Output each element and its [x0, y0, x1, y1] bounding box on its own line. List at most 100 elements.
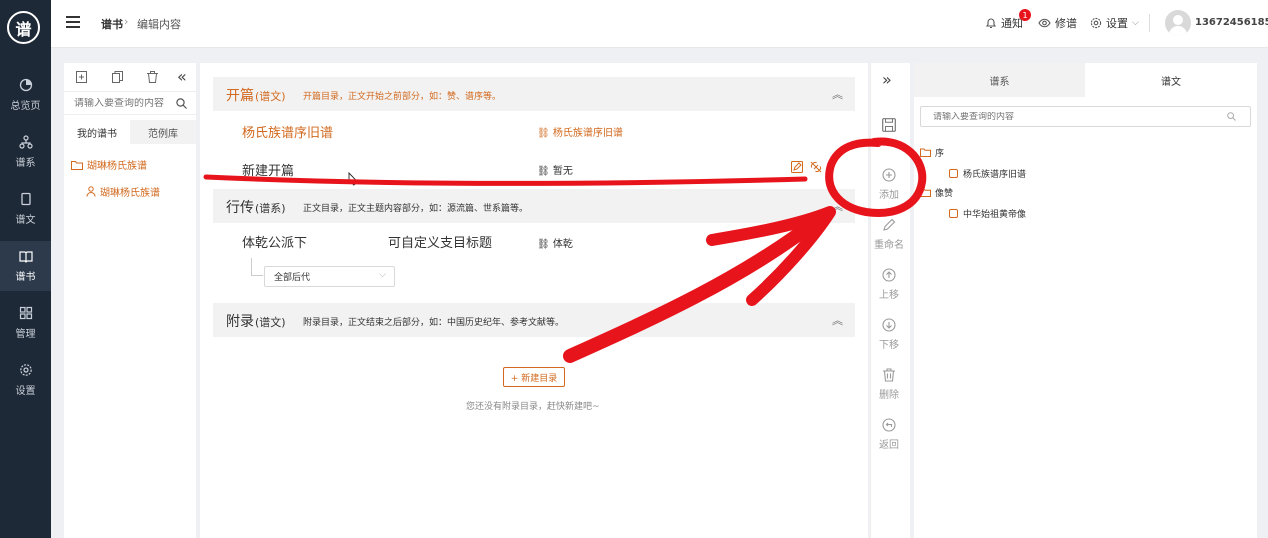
- nav-text-label: 谱文: [15, 215, 36, 226]
- menu-toggle-icon[interactable]: [66, 16, 80, 28]
- biography-item-1-link[interactable]: ⛓ 体乾: [537, 235, 573, 250]
- tab-lineage[interactable]: 谱系: [914, 63, 1085, 97]
- expand-right-icon[interactable]: »: [882, 70, 892, 89]
- folder-icon: [71, 160, 83, 170]
- plus-circle-icon: [882, 168, 896, 182]
- save-icon[interactable]: [882, 118, 896, 132]
- nav-text[interactable]: 谱文: [0, 184, 51, 234]
- search-box: [64, 91, 196, 115]
- section-appendix-desc: 附录目录，正文结束之后部分，如：中国历史纪年、参考文献等。: [303, 318, 565, 328]
- nav-overview[interactable]: 总览页: [0, 70, 51, 120]
- folder-preface-label: 序: [935, 149, 945, 159]
- notify-badge: 1: [1019, 9, 1031, 21]
- tree-node-child[interactable]: 瑚琳杨氏族谱: [86, 184, 160, 199]
- right-search-box: [920, 106, 1251, 127]
- document-check-icon: [949, 169, 958, 178]
- edit-icon[interactable]: [791, 161, 803, 173]
- section-biography-desc: 正文目录，正文主题内容部分，如：源流篇、世系篇等。: [303, 204, 529, 214]
- opening-item-1-link[interactable]: ⛓ 杨氏族谱序旧谱: [537, 124, 623, 139]
- opening-item-1-name[interactable]: 杨氏族谱序旧谱: [242, 122, 333, 141]
- unlink-icon[interactable]: [810, 161, 822, 173]
- trash-icon[interactable]: [147, 71, 158, 83]
- preview-button[interactable]: 修谱: [1038, 15, 1077, 31]
- breadcrumb-book[interactable]: 谱书: [101, 16, 123, 32]
- nav-book-label: 谱书: [15, 272, 36, 283]
- nav-settings[interactable]: 设置: [0, 355, 51, 405]
- arrow-up-circle-icon: [882, 268, 896, 282]
- document-icon: [20, 192, 31, 206]
- nav-book[interactable]: 谱书: [0, 241, 51, 291]
- user-phone[interactable]: 13672456185: [1195, 17, 1268, 28]
- app-logo[interactable]: 谱: [7, 11, 40, 44]
- tab-my-books[interactable]: 我的谱书: [64, 120, 130, 144]
- folder-portrait[interactable]: 像赞: [920, 186, 953, 199]
- opening-item-2-link-text: 暂无: [552, 166, 573, 177]
- pencil-icon: [883, 218, 896, 231]
- descendant-select[interactable]: 全部后代 ⌵: [264, 266, 395, 287]
- search-icon[interactable]: [176, 97, 187, 109]
- collapse-appendix-icon[interactable]: ︽: [832, 312, 843, 328]
- right-search-input[interactable]: [933, 111, 1223, 122]
- link-icon: ⛓: [537, 239, 550, 250]
- book-icon: [18, 251, 33, 263]
- pie-chart-icon: [19, 78, 32, 92]
- collapse-opening-icon[interactable]: ︽: [832, 86, 843, 102]
- gear-icon: [1090, 17, 1102, 29]
- biography-item-1-name[interactable]: 体乾公派下: [242, 232, 307, 251]
- tab-text[interactable]: 谱文: [1085, 63, 1257, 97]
- arrow-down-circle-icon: [882, 318, 896, 332]
- collapse-left-icon[interactable]: «: [177, 67, 187, 86]
- section-appendix-tag: (谱文): [255, 316, 286, 329]
- search-icon[interactable]: [1227, 112, 1236, 121]
- descendant-select-value: 全部后代: [274, 273, 311, 283]
- folder-icon: [920, 148, 931, 157]
- biography-item-1-custom-title[interactable]: 可自定义支目标题: [388, 232, 492, 251]
- empty-hint: 您还没有附录目录，赶快新建吧~: [466, 402, 600, 412]
- main-sidebar: 谱 总览页 谱系 谱文 谱书 管理 设置: [0, 0, 51, 538]
- section-biography-title: 行传: [226, 200, 254, 216]
- top-bar: 谱书 › 编辑内容 通知 1 修谱 设置 ⌵ 13672456185: [51, 0, 1268, 48]
- back-button[interactable]: 返回: [868, 418, 910, 451]
- opening-item-2-name[interactable]: 新建开篇: [242, 160, 294, 179]
- notify-button[interactable]: 通知: [985, 15, 1023, 31]
- add-file-icon[interactable]: [76, 71, 87, 83]
- nav-lineage[interactable]: 谱系: [0, 127, 51, 177]
- link-icon: ⛓: [537, 166, 550, 177]
- copy-icon[interactable]: [112, 71, 123, 83]
- grid-icon: [19, 306, 32, 320]
- rename-label: 重命名: [874, 240, 904, 251]
- search-input[interactable]: [74, 97, 170, 109]
- delete-button[interactable]: 删除: [868, 368, 910, 401]
- move-down-button[interactable]: 下移: [868, 318, 910, 351]
- rename-button[interactable]: 重命名: [868, 218, 910, 251]
- add-button[interactable]: 添加: [868, 168, 910, 201]
- tab-examples[interactable]: 范例库: [130, 120, 196, 144]
- delete-label: 删除: [879, 390, 899, 401]
- move-down-label: 下移: [879, 340, 899, 351]
- new-catalog-button[interactable]: + 新建目录: [503, 367, 565, 387]
- back-label: 返回: [879, 440, 899, 451]
- folder-icon: [920, 188, 931, 197]
- settings-dropdown[interactable]: 设置 ⌵: [1090, 15, 1139, 31]
- bell-icon: [985, 18, 997, 29]
- nav-lineage-label: 谱系: [15, 158, 36, 169]
- nav-manage[interactable]: 管理: [0, 298, 51, 348]
- item-portrait-doc[interactable]: 中华始祖黄帝像: [949, 207, 1026, 220]
- preview-label: 修谱: [1055, 17, 1077, 30]
- content-picker-panel: [914, 63, 1257, 538]
- tree-node-root[interactable]: 瑚琳杨氏族谱: [71, 157, 147, 172]
- opening-item-2-link[interactable]: ⛓ 暂无: [537, 162, 573, 177]
- item-preface-doc-label: 杨氏族谱序旧谱: [963, 170, 1027, 180]
- biography-item-1-link-text: 体乾: [552, 239, 573, 250]
- move-up-button[interactable]: 上移: [868, 268, 910, 301]
- eye-icon: [1038, 18, 1051, 28]
- item-preface-doc[interactable]: 杨氏族谱序旧谱: [949, 167, 1026, 180]
- section-biography-tag: (谱系): [255, 202, 286, 215]
- document-check-icon: [949, 209, 958, 218]
- folder-preface[interactable]: 序: [920, 146, 944, 159]
- add-label: 添加: [879, 190, 899, 201]
- avatar[interactable]: [1165, 10, 1191, 36]
- collapse-biography-icon[interactable]: ︽: [832, 198, 843, 214]
- people-icon: [86, 186, 96, 197]
- nav-settings-label: 设置: [15, 386, 36, 397]
